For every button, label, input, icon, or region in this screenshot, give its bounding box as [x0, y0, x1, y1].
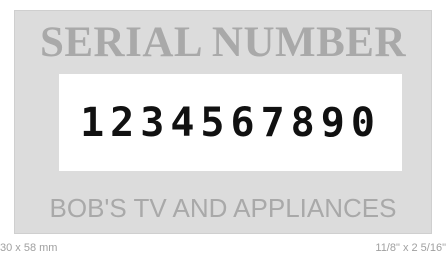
size-metric-label: 30 x 58 mm: [0, 242, 58, 254]
size-imperial-label: 11/8" x 2 5/16": [375, 242, 446, 254]
serial-number-digits: 1234567890: [80, 99, 381, 146]
stamp-footer-text: BOB'S TV AND APPLIANCES: [49, 193, 397, 223]
stamp-plate: SERIAL NUMBER 1234567890 BOB'S TV AND AP…: [14, 10, 432, 234]
number-window: 1234567890: [59, 74, 402, 171]
stamp-title: SERIAL NUMBER: [39, 19, 407, 66]
